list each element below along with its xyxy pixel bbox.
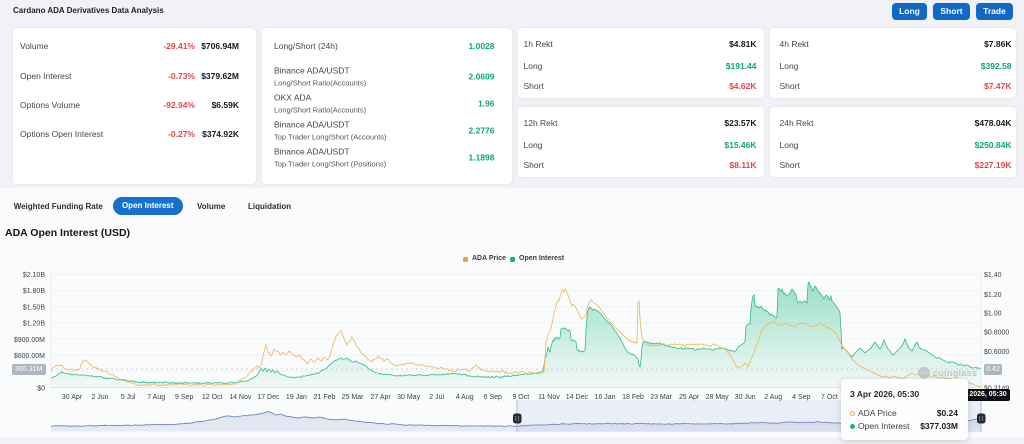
svg-text:2 Jun: 2 Jun [91, 394, 108, 401]
svg-text:27 Apr: 27 Apr [370, 394, 391, 401]
svg-text:11 Nov: 11 Nov [538, 394, 560, 401]
svg-text:2 Aug: 2 Aug [764, 394, 782, 401]
svg-text:$1.50B: $1.50B [23, 304, 46, 311]
svg-text:16 Jan: 16 Jan [594, 394, 615, 401]
svg-text:18 Feb: 18 Feb [622, 394, 644, 401]
svg-text:14 Nov: 14 Nov [229, 394, 252, 401]
svg-text:$1.20: $1.20 [984, 292, 1002, 299]
svg-text:7 Oct: 7 Oct [821, 394, 838, 401]
svg-text:4 Sep: 4 Sep [792, 394, 810, 401]
svg-text:$1.00: $1.00 [984, 311, 1002, 318]
svg-text:25 Apr: 25 Apr [679, 394, 700, 401]
svg-text:25 Mar: 25 Mar [342, 394, 364, 401]
svg-text:12 Oct: 12 Oct [202, 394, 223, 401]
svg-text:30 Apr: 30 Apr [62, 394, 83, 401]
svg-text:$900.00M: $900.00M [14, 337, 45, 344]
svg-text:$1.40: $1.40 [984, 272, 1002, 279]
svg-text:19 Jan: 19 Jan [286, 394, 307, 401]
svg-text:$0.6000: $0.6000 [984, 349, 1009, 356]
svg-text:$600.00M: $600.00M [14, 353, 45, 360]
svg-text:17 Dec: 17 Dec [257, 394, 280, 401]
svg-text:9 Sep: 9 Sep [175, 394, 193, 401]
svg-text:5 Jul: 5 Jul [121, 394, 136, 401]
svg-text:$1.80B: $1.80B [23, 288, 46, 295]
svg-text:6 Sep: 6 Sep [484, 394, 502, 401]
svg-text:14 Dec: 14 Dec [566, 394, 589, 401]
svg-text:4 Aug: 4 Aug [456, 394, 474, 401]
svg-text:28 May: 28 May [706, 394, 729, 401]
svg-text:21 Feb: 21 Feb [314, 394, 336, 401]
svg-text:23 Mar: 23 Mar [650, 394, 672, 401]
svg-text:30 Jun: 30 Jun [735, 394, 756, 401]
svg-text:$0: $0 [37, 385, 45, 392]
svg-text:30 May: 30 May [397, 394, 420, 401]
svg-text:$2.10B: $2.10B [23, 272, 46, 279]
svg-text:9 Oct: 9 Oct [512, 394, 529, 401]
svg-text:$1.20B: $1.20B [23, 321, 46, 328]
svg-text:7 Aug: 7 Aug [147, 394, 165, 401]
svg-text:2 Jul: 2 Jul [429, 394, 444, 401]
svg-text:$0.8000: $0.8000 [984, 330, 1009, 337]
